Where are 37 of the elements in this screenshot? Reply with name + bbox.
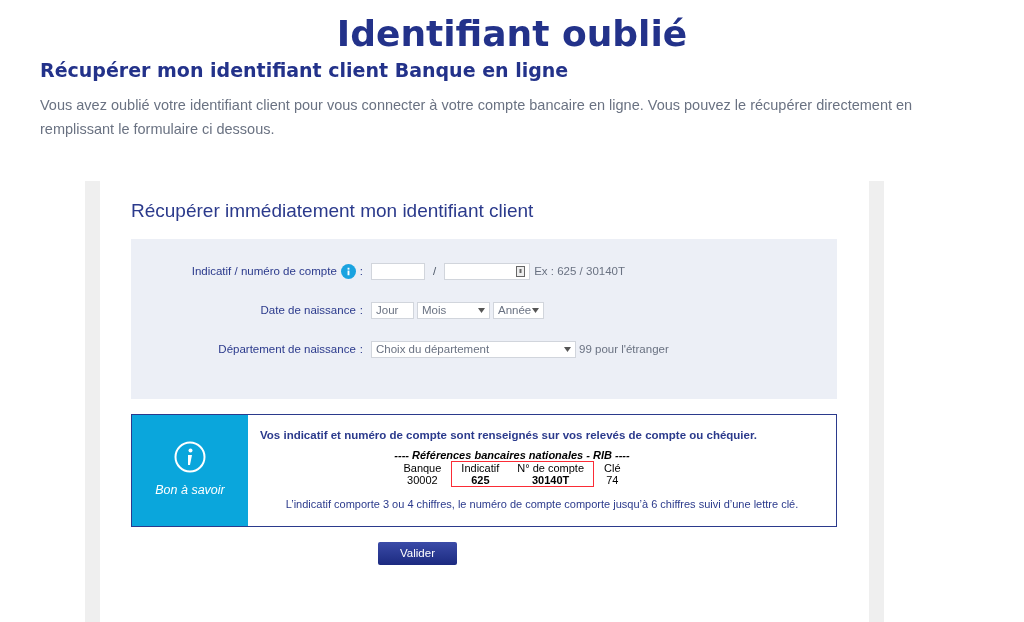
colon: :: [359, 263, 363, 279]
rib-heading: Banque: [403, 462, 442, 475]
info-headline: Vos indicatif et numéro de compte sont renseignés sur vos relevés de compte ou chéquier.: [260, 428, 757, 443]
info-note: L’indicatif comporte 3 ou 4 chiffres, le numéro de compte comporte jusqu’à 6 chiffres suivi d’une lettre clé.: [285, 497, 799, 513]
rib-title: ---- Références bancaires nationales - RIB ----: [394, 449, 630, 462]
field-label: Indicatif / numéro de compte: [191, 263, 337, 279]
page-subtitle: Récupérer mon identifiant client Banque en ligne: [40, 58, 570, 83]
intro-text: Vous avez oublié votre identifiant client pour vous connecter à votre compte bancaire en ligne. Vous pouvez le récupérer directement en remplissant le formulaire ci dessous.: [40, 96, 914, 139]
field-label: Date de naissance: [260, 302, 356, 318]
rib-value: 74: [606, 474, 619, 487]
form-title: Récupérer immédiatement mon identifiant client: [131, 199, 535, 223]
caret-icon: [478, 308, 485, 313]
caret-icon: [564, 347, 571, 352]
info-icon: [174, 441, 206, 474]
rib-value: 30002: [407, 474, 438, 487]
month-select[interactable]: Mois: [417, 302, 490, 319]
rib-value: 30140T: [532, 474, 570, 487]
page-title: Identifiant oublié: [335, 14, 689, 54]
submit-button[interactable]: Valider: [378, 542, 457, 565]
indicatif-input[interactable]: [371, 263, 425, 280]
colon: :: [359, 341, 363, 357]
year-select[interactable]: Année: [493, 302, 544, 319]
colon: :: [359, 302, 363, 318]
rib-heading: N° de compte: [517, 462, 585, 475]
rib-heading: Indicatif: [461, 462, 500, 475]
badge-label: Bon à savoir: [155, 482, 225, 500]
department-select[interactable]: Choix du département: [371, 341, 576, 358]
rib-heading: Clé: [604, 462, 621, 475]
department-hint: 99 pour l'étranger: [579, 341, 669, 357]
field-label: Département de naissance: [218, 341, 356, 357]
keypad-icon: [516, 266, 526, 277]
example-hint: Ex : 625 / 30140T: [534, 263, 625, 279]
account-number-input[interactable]: [444, 263, 531, 280]
rib-value: 625: [471, 474, 490, 487]
caret-icon: [532, 308, 539, 313]
slash: /: [433, 263, 437, 279]
day-input[interactable]: Jour: [371, 302, 414, 319]
